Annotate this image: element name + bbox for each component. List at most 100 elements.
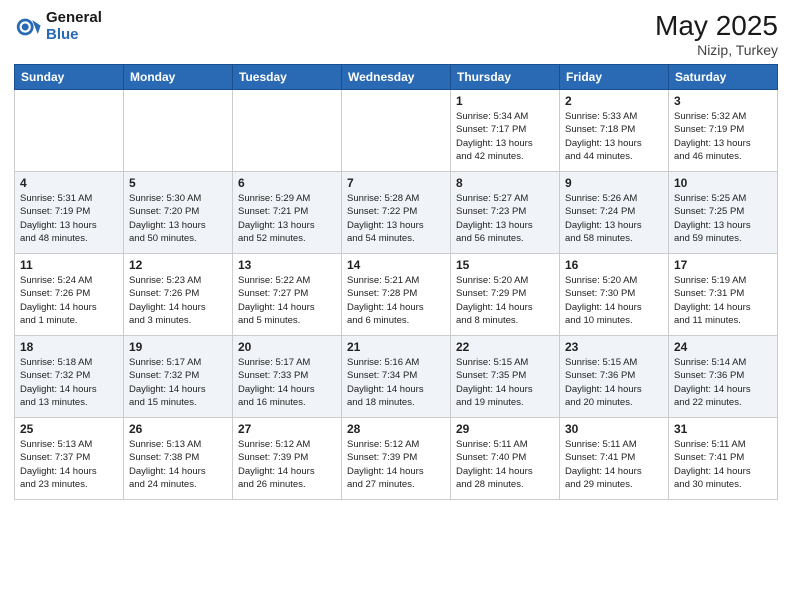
day-info: Sunrise: 5:24 AM Sunset: 7:26 PM Dayligh…: [20, 274, 118, 327]
day-info: Sunrise: 5:34 AM Sunset: 7:17 PM Dayligh…: [456, 110, 554, 163]
day-number: 21: [347, 340, 445, 354]
day-number: 27: [238, 422, 336, 436]
day-info: Sunrise: 5:16 AM Sunset: 7:34 PM Dayligh…: [347, 356, 445, 409]
calendar-cell: 13Sunrise: 5:22 AM Sunset: 7:27 PM Dayli…: [233, 254, 342, 336]
day-number: 4: [20, 176, 118, 190]
day-info: Sunrise: 5:27 AM Sunset: 7:23 PM Dayligh…: [456, 192, 554, 245]
col-friday: Friday: [560, 65, 669, 90]
calendar-cell: 29 Sunrise: 5:11 AM Sunset: 7:40 PM Dayli…: [451, 418, 560, 500]
day-info: Sunrise: 5:15 AM Sunset: 7:35 PM Dayligh…: [456, 356, 554, 409]
day-number: 31: [674, 422, 772, 436]
calendar-cell: 6Sunrise: 5:29 AM Sunset: 7:21 PM Daylig…: [233, 172, 342, 254]
calendar-week-4: 18 Sunrise: 5:18 AM Sunset: 7:32 PM Dayli…: [15, 336, 778, 418]
day-info: Sunrise: 5:33 AM Sunset: 7:18 PM Dayligh…: [565, 110, 663, 163]
day-info: Sunrise: 5:28 AM Sunset: 7:22 PM Dayligh…: [347, 192, 445, 245]
day-number: 30: [565, 422, 663, 436]
day-info: Sunrise: 5:18 AM Sunset: 7:32 PM Dayligh…: [20, 356, 118, 409]
day-number: 9: [565, 176, 663, 190]
calendar-cell: 31Sunrise: 5:11 AM Sunset: 7:41 PM Dayli…: [669, 418, 778, 500]
calendar-cell: 14 Sunrise: 5:21 AM Sunset: 7:28 PM Dayli…: [342, 254, 451, 336]
day-number: 5: [129, 176, 227, 190]
calendar-cell: 21 Sunrise: 5:16 AM Sunset: 7:34 PM Dayli…: [342, 336, 451, 418]
day-number: 1: [456, 94, 554, 108]
day-number: 3: [674, 94, 772, 108]
day-number: 7: [347, 176, 445, 190]
day-info: Sunrise: 5:25 AM Sunset: 7:25 PM Dayligh…: [674, 192, 772, 245]
title-block: May 2025 Nizip, Turkey: [655, 10, 778, 58]
calendar-cell: 19 Sunrise: 5:17 AM Sunset: 7:32 PM Dayli…: [124, 336, 233, 418]
day-number: 17: [674, 258, 772, 272]
day-info: Sunrise: 5:15 AM Sunset: 7:36 PM Dayligh…: [565, 356, 663, 409]
day-number: 20: [238, 340, 336, 354]
calendar-week-1: 1 Sunrise: 5:34 AM Sunset: 7:17 PM Daylig…: [15, 90, 778, 172]
location: Nizip, Turkey: [655, 42, 778, 58]
calendar-cell: 20 Sunrise: 5:17 AM Sunset: 7:33 PM Dayli…: [233, 336, 342, 418]
day-info: Sunrise: 5:11 AM Sunset: 7:41 PM Dayligh…: [565, 438, 663, 491]
day-number: 15: [456, 258, 554, 272]
col-wednesday: Wednesday: [342, 65, 451, 90]
calendar-cell: 26Sunrise: 5:13 AM Sunset: 7:38 PM Dayli…: [124, 418, 233, 500]
calendar-cell: [124, 90, 233, 172]
day-number: 24: [674, 340, 772, 354]
day-number: 13: [238, 258, 336, 272]
logo-text: General Blue: [46, 10, 102, 43]
calendar-cell: [233, 90, 342, 172]
day-info: Sunrise: 5:23 AM Sunset: 7:26 PM Dayligh…: [129, 274, 227, 327]
logo-icon: [14, 13, 42, 41]
calendar-cell: 9 Sunrise: 5:26 AM Sunset: 7:24 PM Daylig…: [560, 172, 669, 254]
day-info: Sunrise: 5:20 AM Sunset: 7:29 PM Dayligh…: [456, 274, 554, 327]
col-sunday: Sunday: [15, 65, 124, 90]
calendar-table: Sunday Monday Tuesday Wednesday Thursday…: [14, 64, 778, 500]
day-number: 22: [456, 340, 554, 354]
calendar-cell: 5 Sunrise: 5:30 AM Sunset: 7:20 PM Daylig…: [124, 172, 233, 254]
day-info: Sunrise: 5:13 AM Sunset: 7:38 PM Dayligh…: [129, 438, 227, 491]
calendar-cell: 4 Sunrise: 5:31 AM Sunset: 7:19 PM Daylig…: [15, 172, 124, 254]
day-number: 14: [347, 258, 445, 272]
day-info: Sunrise: 5:26 AM Sunset: 7:24 PM Dayligh…: [565, 192, 663, 245]
day-info: Sunrise: 5:20 AM Sunset: 7:30 PM Dayligh…: [565, 274, 663, 327]
calendar-cell: 18 Sunrise: 5:18 AM Sunset: 7:32 PM Dayli…: [15, 336, 124, 418]
day-info: Sunrise: 5:31 AM Sunset: 7:19 PM Dayligh…: [20, 192, 118, 245]
day-info: Sunrise: 5:14 AM Sunset: 7:36 PM Dayligh…: [674, 356, 772, 409]
day-info: Sunrise: 5:12 AM Sunset: 7:39 PM Dayligh…: [347, 438, 445, 491]
calendar-cell: 24 Sunrise: 5:14 AM Sunset: 7:36 PM Dayli…: [669, 336, 778, 418]
calendar-cell: 7 Sunrise: 5:28 AM Sunset: 7:22 PM Daylig…: [342, 172, 451, 254]
calendar-cell: 11 Sunrise: 5:24 AM Sunset: 7:26 PM Dayli…: [15, 254, 124, 336]
day-number: 18: [20, 340, 118, 354]
day-number: 29: [456, 422, 554, 436]
calendar-cell: 2Sunrise: 5:33 AM Sunset: 7:18 PM Daylig…: [560, 90, 669, 172]
calendar-cell: 12Sunrise: 5:23 AM Sunset: 7:26 PM Dayli…: [124, 254, 233, 336]
col-tuesday: Tuesday: [233, 65, 342, 90]
calendar-cell: 22 Sunrise: 5:15 AM Sunset: 7:35 PM Dayli…: [451, 336, 560, 418]
calendar-cell: 15 Sunrise: 5:20 AM Sunset: 7:29 PM Dayli…: [451, 254, 560, 336]
day-info: Sunrise: 5:12 AM Sunset: 7:39 PM Dayligh…: [238, 438, 336, 491]
day-info: Sunrise: 5:11 AM Sunset: 7:40 PM Dayligh…: [456, 438, 554, 491]
calendar-cell: 17Sunrise: 5:19 AM Sunset: 7:31 PM Dayli…: [669, 254, 778, 336]
col-thursday: Thursday: [451, 65, 560, 90]
day-number: 19: [129, 340, 227, 354]
calendar-cell: [15, 90, 124, 172]
day-number: 28: [347, 422, 445, 436]
day-info: Sunrise: 5:21 AM Sunset: 7:28 PM Dayligh…: [347, 274, 445, 327]
day-number: 8: [456, 176, 554, 190]
col-saturday: Saturday: [669, 65, 778, 90]
calendar-week-5: 25Sunrise: 5:13 AM Sunset: 7:37 PM Dayli…: [15, 418, 778, 500]
calendar-header-row: Sunday Monday Tuesday Wednesday Thursday…: [15, 65, 778, 90]
calendar-cell: 8 Sunrise: 5:27 AM Sunset: 7:23 PM Daylig…: [451, 172, 560, 254]
day-number: 25: [20, 422, 118, 436]
day-info: Sunrise: 5:17 AM Sunset: 7:33 PM Dayligh…: [238, 356, 336, 409]
day-info: Sunrise: 5:30 AM Sunset: 7:20 PM Dayligh…: [129, 192, 227, 245]
day-number: 10: [674, 176, 772, 190]
month-year: May 2025: [655, 10, 778, 42]
calendar-cell: 16Sunrise: 5:20 AM Sunset: 7:30 PM Dayli…: [560, 254, 669, 336]
calendar-week-2: 4 Sunrise: 5:31 AM Sunset: 7:19 PM Daylig…: [15, 172, 778, 254]
day-info: Sunrise: 5:32 AM Sunset: 7:19 PM Dayligh…: [674, 110, 772, 163]
calendar-cell: 3 Sunrise: 5:32 AM Sunset: 7:19 PM Daylig…: [669, 90, 778, 172]
header: General Blue May 2025 Nizip, Turkey: [14, 10, 778, 58]
page-container: General Blue May 2025 Nizip, Turkey Sund…: [0, 0, 792, 510]
day-number: 11: [20, 258, 118, 272]
calendar-cell: 23 Sunrise: 5:15 AM Sunset: 7:36 PM Dayli…: [560, 336, 669, 418]
day-number: 23: [565, 340, 663, 354]
day-info: Sunrise: 5:17 AM Sunset: 7:32 PM Dayligh…: [129, 356, 227, 409]
day-info: Sunrise: 5:29 AM Sunset: 7:21 PM Dayligh…: [238, 192, 336, 245]
